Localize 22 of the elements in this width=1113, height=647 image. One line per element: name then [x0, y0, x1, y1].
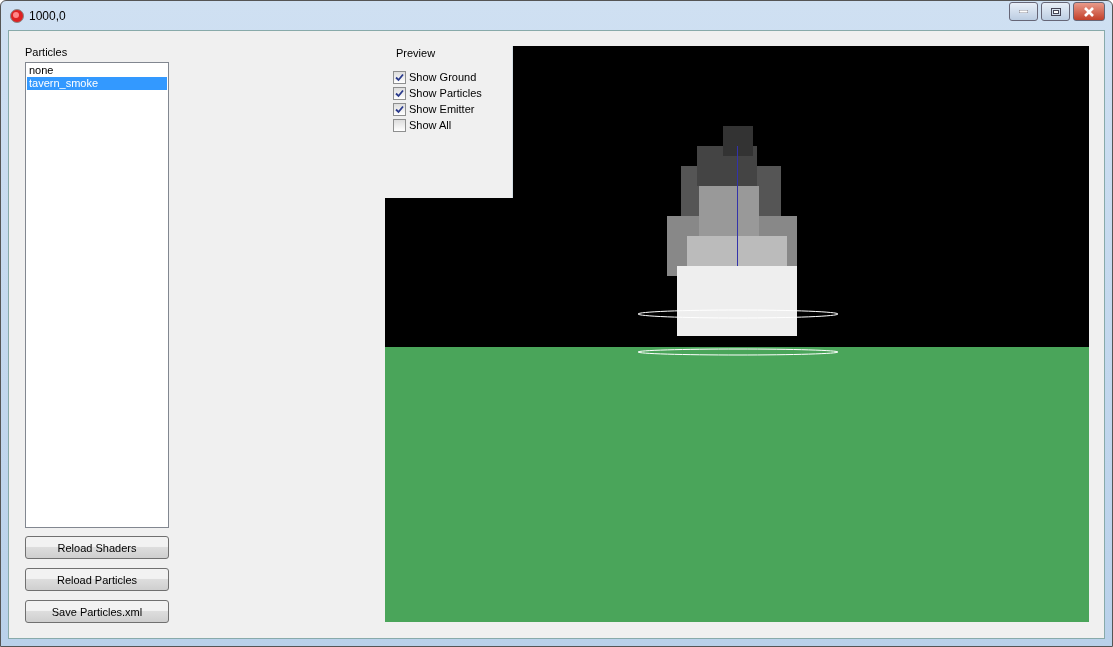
- checkbox[interactable]: [393, 102, 406, 116]
- list-item[interactable]: none: [27, 64, 167, 77]
- checkbox-label: Show Emitter: [409, 103, 475, 115]
- group-title: Preview: [396, 47, 437, 59]
- action-button[interactable]: Reload Particles: [25, 568, 169, 591]
- close-button[interactable]: [1073, 2, 1105, 21]
- checkbox[interactable]: [393, 118, 406, 132]
- maximize-button[interactable]: [1041, 2, 1070, 21]
- checkbox[interactable]: [393, 70, 406, 84]
- checkbox[interactable]: [393, 86, 406, 100]
- window-title: 1000,0: [29, 8, 66, 23]
- close-icon: [1083, 6, 1095, 17]
- action-button[interactable]: Save Particles.xml: [25, 600, 169, 623]
- action-button[interactable]: Reload Shaders: [25, 536, 169, 559]
- app-icon: [10, 8, 24, 23]
- checkbox-label: Show All: [409, 119, 452, 131]
- minimize-icon: [1019, 10, 1028, 13]
- maximize-icon: [1050, 7, 1061, 16]
- checkbox-label: Show Ground: [409, 71, 477, 83]
- minimize-button[interactable]: [1009, 2, 1038, 21]
- particles-label: Particles: [25, 46, 69, 60]
- checkbox-label: Show Particles: [409, 87, 482, 99]
